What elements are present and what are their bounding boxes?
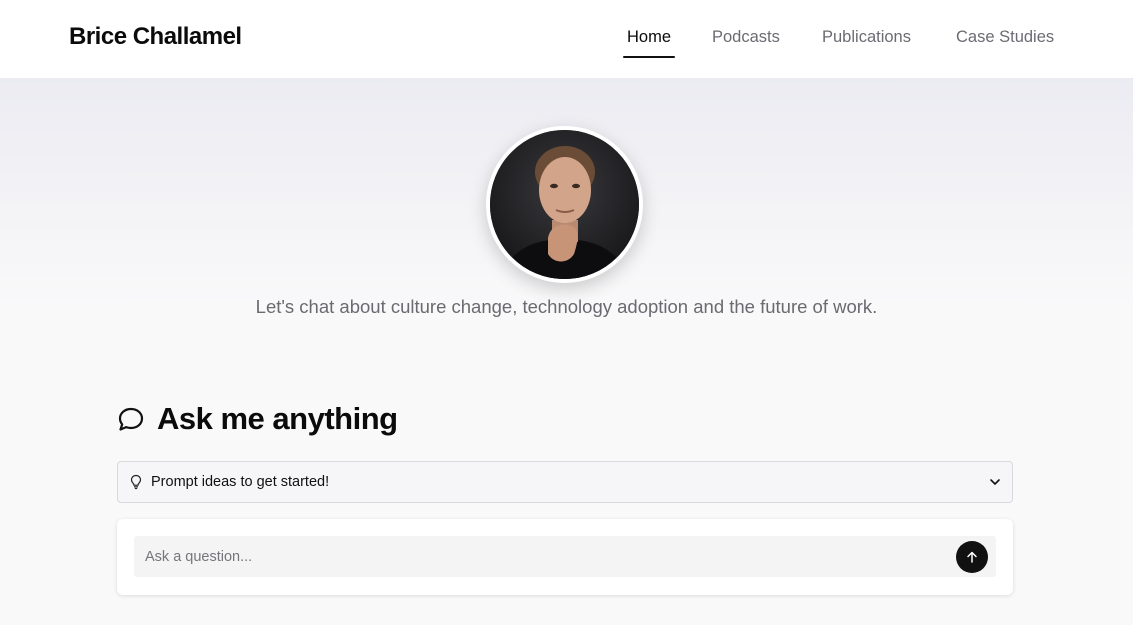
hero-tagline: Let's chat about culture change, technol… <box>255 296 878 317</box>
profile-avatar <box>486 126 643 283</box>
main-nav: Home Podcasts Publications Case Studies <box>0 28 1133 58</box>
ask-section-heading: Ask me anything <box>117 399 398 439</box>
question-input[interactable] <box>134 536 944 577</box>
nav-item-home[interactable]: Home <box>622 28 676 58</box>
chat-card <box>117 519 1013 595</box>
nav-item-podcasts[interactable]: Podcasts <box>712 28 780 58</box>
site-header: Brice Challamel Home Podcasts Publicatio… <box>0 0 1133 78</box>
chat-bubble-icon <box>118 407 144 431</box>
prompt-ideas-label: Prompt ideas to get started! <box>151 474 330 490</box>
arrow-up-icon <box>967 551 977 563</box>
lightbulb-icon <box>130 474 142 490</box>
nav-item-publications[interactable]: Publications <box>822 28 911 58</box>
send-button[interactable] <box>956 541 988 573</box>
portrait-photo <box>490 130 639 279</box>
ask-title: Ask me anything <box>157 401 398 436</box>
nav-item-case-studies[interactable]: Case Studies <box>956 28 1054 58</box>
prompt-ideas-dropdown[interactable]: Prompt ideas to get started! <box>117 461 1013 503</box>
chevron-down-icon <box>990 479 1000 485</box>
chat-input-container <box>134 536 996 577</box>
